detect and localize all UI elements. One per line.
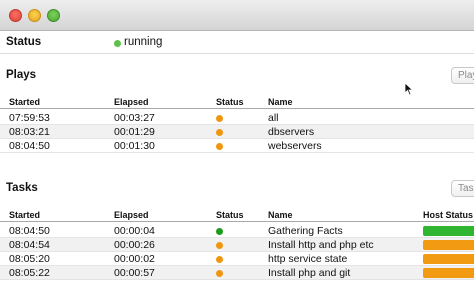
tasks-col-name[interactable]: Name (268, 210, 293, 220)
plays-table-header: Started Elapsed Status Name (0, 95, 474, 109)
plays-table-row[interactable]: 08:03:21 00:01:29 dbservers (0, 125, 474, 139)
play-name: dbservers (268, 126, 315, 138)
tasks-filter-button[interactable]: Tas (451, 180, 474, 197)
task-name: http service state (268, 253, 348, 265)
play-started: 08:04:50 (9, 140, 50, 152)
tasks-col-host-status[interactable]: Host Status (423, 210, 473, 220)
status-indicator-icon (114, 40, 121, 47)
status-value: running (124, 36, 163, 48)
task-status-icon (216, 256, 223, 263)
tasks-table-row[interactable]: 08:05:22 00:00:57 Install php and git (0, 266, 474, 280)
task-elapsed: 00:00:02 (114, 253, 155, 265)
plays-col-started[interactable]: Started (9, 97, 40, 107)
play-elapsed: 00:01:29 (114, 126, 155, 138)
tasks-table-row[interactable]: 08:04:54 00:00:26 Install http and php e… (0, 238, 474, 252)
task-started: 08:04:54 (9, 239, 50, 251)
play-status-icon (216, 115, 223, 122)
task-elapsed: 00:00:57 (114, 267, 155, 279)
task-status-icon (216, 242, 223, 249)
task-name: Install php and git (268, 267, 351, 279)
task-host-status-bar (423, 254, 474, 264)
plays-col-status[interactable]: Status (216, 97, 244, 107)
zoom-window-button[interactable] (47, 9, 60, 22)
task-elapsed: 00:00:26 (114, 239, 155, 251)
task-elapsed: 00:00:04 (114, 225, 155, 237)
plays-section-title: Plays (6, 69, 37, 81)
tasks-col-elapsed[interactable]: Elapsed (114, 210, 149, 220)
tasks-table-header: Started Elapsed Status Name Host Status (0, 208, 474, 222)
task-started: 08:05:20 (9, 253, 50, 265)
tasks-table-row[interactable]: 08:05:20 00:00:02 http service state (0, 252, 474, 266)
close-window-button[interactable] (9, 9, 22, 22)
task-status-icon (216, 270, 223, 277)
play-elapsed: 00:03:27 (114, 112, 155, 124)
status-label: Status (6, 36, 42, 48)
task-status-icon (216, 228, 223, 235)
play-status-icon (216, 143, 223, 150)
minimize-window-button[interactable] (28, 9, 41, 22)
play-started: 08:03:21 (9, 126, 50, 138)
plays-filter-button[interactable]: Play (451, 67, 474, 84)
task-name: Gathering Facts (268, 225, 343, 237)
task-name: Install http and php etc (268, 239, 374, 251)
play-elapsed: 00:01:30 (114, 140, 155, 152)
plays-table-row[interactable]: 07:59:53 00:03:27 all (0, 111, 474, 125)
window-titlebar (0, 0, 474, 31)
run-status-row: Status running (0, 31, 474, 54)
play-started: 07:59:53 (9, 112, 50, 124)
mouse-cursor-icon (404, 82, 414, 96)
tasks-col-status[interactable]: Status (216, 210, 244, 220)
plays-col-name[interactable]: Name (268, 97, 293, 107)
play-status-icon (216, 129, 223, 136)
tasks-col-started[interactable]: Started (9, 210, 40, 220)
plays-col-elapsed[interactable]: Elapsed (114, 97, 149, 107)
task-host-status-bar (423, 240, 474, 250)
tasks-table-row[interactable]: 08:04:50 00:00:04 Gathering Facts (0, 224, 474, 238)
task-started: 08:05:22 (9, 267, 50, 279)
play-name: webservers (268, 140, 322, 152)
play-name: all (268, 112, 279, 124)
plays-table-row[interactable]: 08:04:50 00:01:30 webservers (0, 139, 474, 153)
task-host-status-bar (423, 226, 474, 236)
tasks-section-title: Tasks (6, 182, 38, 194)
task-started: 08:04:50 (9, 225, 50, 237)
task-host-status-bar (423, 268, 474, 278)
